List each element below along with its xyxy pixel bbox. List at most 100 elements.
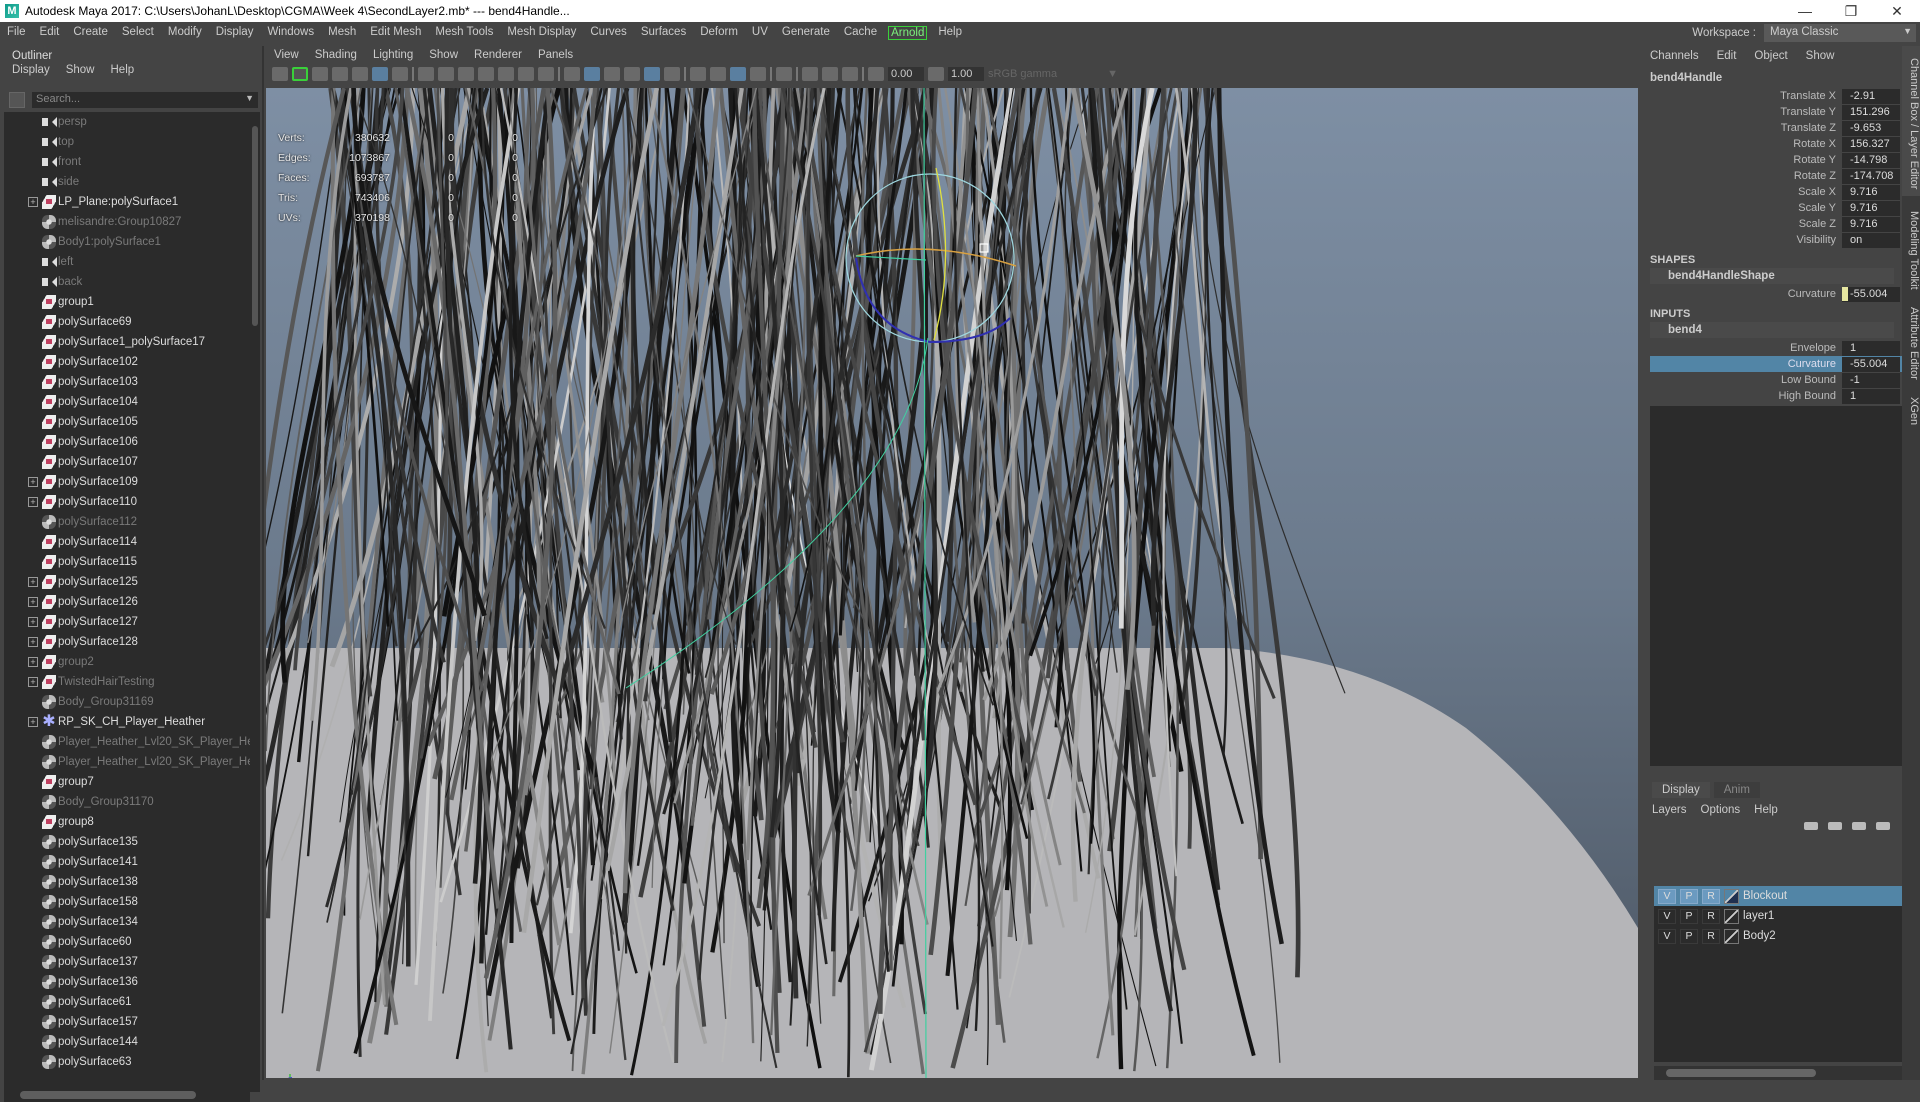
outliner-item[interactable]: polySurface107	[4, 452, 250, 472]
camera-select-icon[interactable]	[272, 67, 288, 81]
expand-icon[interactable]: +	[28, 477, 38, 487]
field-chart-icon[interactable]	[498, 67, 514, 81]
tab-anim[interactable]: Anim	[1713, 782, 1760, 798]
exposure-field[interactable]: 0.00	[888, 67, 924, 81]
layer-menu-layers[interactable]: Layers	[1652, 804, 1687, 816]
layer-row[interactable]: V P R Body2	[1654, 926, 1902, 946]
outliner-vertical-scrollbar[interactable]	[250, 112, 260, 1092]
color-space-select[interactable]: sRGB gamma ▼	[988, 67, 1118, 81]
outliner-menu-display[interactable]: Display	[12, 64, 50, 82]
attr-row[interactable]: Low Bound -1	[1642, 372, 1902, 388]
menu-file[interactable]: File	[0, 26, 33, 40]
scroll-thumb[interactable]	[252, 126, 258, 326]
channel-menu-show[interactable]: Show	[1806, 50, 1835, 62]
gamma-field[interactable]: 1.00	[948, 67, 984, 81]
expand-icon[interactable]: +	[28, 497, 38, 507]
attr-row[interactable]: Translate Y 151.296	[1642, 104, 1902, 120]
tab-attribute-editor[interactable]: Attribute Editor	[1902, 298, 1920, 382]
move-layer-up-icon[interactable]	[1804, 822, 1818, 830]
outliner-item[interactable]: polySurface134	[4, 912, 250, 932]
outliner-item[interactable]: group7	[4, 772, 250, 792]
channel-menu-channels[interactable]: Channels	[1650, 50, 1699, 62]
selected-object-name[interactable]: bend4Handle	[1642, 64, 1902, 86]
outliner-item[interactable]: left	[4, 252, 250, 272]
attr-value[interactable]: 156.327	[1842, 136, 1900, 152]
attr-value[interactable]: -2.91	[1842, 88, 1900, 104]
reference-toggle[interactable]: R	[1702, 908, 1720, 924]
attr-row[interactable]: Rotate Y -14.798	[1642, 152, 1902, 168]
default-material-icon[interactable]	[604, 67, 620, 81]
menu-mesh[interactable]: Mesh	[321, 26, 363, 40]
outliner-item[interactable]: + LP_Plane:polySurface1	[4, 192, 250, 212]
outliner-horizontal-scrollbar[interactable]	[4, 1088, 250, 1102]
outliner-item[interactable]: + polySurface128	[4, 632, 250, 652]
attr-row[interactable]: Rotate X 156.327	[1642, 136, 1902, 152]
tab-channel-box-layer-editor[interactable]: Channel Box / Layer Editor	[1902, 46, 1920, 196]
restore-button[interactable]: ❐	[1828, 3, 1874, 20]
layer-row[interactable]: V P R Blockout	[1654, 886, 1902, 906]
attr-row[interactable]: Scale X 9.716	[1642, 184, 1902, 200]
outliner-item[interactable]: polySurface135	[4, 832, 250, 852]
safe-action-icon[interactable]	[518, 67, 534, 81]
scroll-thumb[interactable]	[1666, 1069, 1816, 1077]
outliner-item[interactable]: polySurface157	[4, 1012, 250, 1032]
menu-curves[interactable]: Curves	[583, 26, 633, 40]
outliner-item[interactable]: polySurface69	[4, 312, 250, 332]
outliner-item[interactable]: melisandre:Group10827	[4, 212, 250, 232]
expand-icon[interactable]: +	[28, 197, 38, 207]
filter-icon[interactable]	[9, 92, 25, 108]
bookmark-icon[interactable]	[332, 67, 348, 81]
reference-toggle[interactable]: R	[1702, 888, 1720, 904]
channel-menu-object[interactable]: Object	[1754, 50, 1787, 62]
close-button[interactable]: ✕	[1874, 3, 1920, 20]
attr-row[interactable]: Scale Z 9.716	[1642, 216, 1902, 232]
menu-deform[interactable]: Deform	[693, 26, 745, 40]
outliner-item[interactable]: + polySurface110	[4, 492, 250, 512]
outliner-item[interactable]: polySurface104	[4, 392, 250, 412]
layer-name[interactable]: Blockout	[1743, 890, 1787, 902]
menu-edit[interactable]: Edit	[33, 26, 67, 40]
xray-icon[interactable]	[802, 67, 818, 81]
attr-value[interactable]: 1	[1842, 340, 1900, 356]
attr-value[interactable]: 1	[1842, 388, 1900, 404]
layer-horizontal-scrollbar[interactable]	[1654, 1066, 1902, 1080]
tab-modeling-toolkit[interactable]: Modeling Toolkit	[1902, 202, 1920, 292]
attr-value[interactable]: -55.004	[1850, 288, 1887, 300]
viewport-menu-view[interactable]: View	[274, 49, 299, 61]
attr-row[interactable]: Visibility on	[1642, 232, 1902, 248]
image-plane-icon[interactable]	[352, 67, 368, 81]
menu-arnold[interactable]: Arnold	[888, 26, 928, 40]
reference-toggle[interactable]: R	[1702, 928, 1720, 944]
attr-value[interactable]: -174.708	[1842, 168, 1900, 184]
antialiasing-icon[interactable]	[750, 67, 766, 81]
expand-icon[interactable]: +	[28, 717, 38, 727]
menu-display[interactable]: Display	[209, 26, 261, 40]
expand-icon[interactable]: +	[28, 597, 38, 607]
viewport-menu-panels[interactable]: Panels	[538, 49, 573, 61]
outliner-item[interactable]: group8	[4, 812, 250, 832]
outliner-item[interactable]: polySurface105	[4, 412, 250, 432]
expand-icon[interactable]: +	[28, 577, 38, 587]
outliner-item[interactable]: polySurface106	[4, 432, 250, 452]
dropdown-arrow-icon[interactable]: ▼	[245, 93, 254, 103]
minimize-button[interactable]: —	[1782, 3, 1828, 19]
attr-value[interactable]: 151.296	[1842, 104, 1900, 120]
menu-surfaces[interactable]: Surfaces	[634, 26, 693, 40]
visibility-toggle[interactable]: V	[1658, 928, 1676, 944]
viewport-menu-renderer[interactable]: Renderer	[474, 49, 522, 61]
outliner-item[interactable]: persp	[4, 112, 250, 132]
menu-windows[interactable]: Windows	[260, 26, 321, 40]
playback-toggle[interactable]: P	[1680, 888, 1698, 904]
tab-xgen[interactable]: XGen	[1902, 388, 1920, 428]
outliner-search-input[interactable]: Search... ▼	[32, 92, 258, 108]
expand-icon[interactable]: +	[28, 637, 38, 647]
layer-color-swatch[interactable]	[1724, 928, 1739, 944]
outliner-menu-show[interactable]: Show	[66, 64, 95, 82]
layer-color-swatch[interactable]	[1724, 888, 1739, 904]
ambient-occlusion-icon[interactable]	[710, 67, 726, 81]
visibility-toggle[interactable]: V	[1658, 908, 1676, 924]
attr-value[interactable]: -1	[1842, 372, 1900, 388]
xray-components-icon[interactable]	[842, 67, 858, 81]
attr-row[interactable]: Rotate Z -174.708	[1642, 168, 1902, 184]
menu-generate[interactable]: Generate	[775, 26, 837, 40]
